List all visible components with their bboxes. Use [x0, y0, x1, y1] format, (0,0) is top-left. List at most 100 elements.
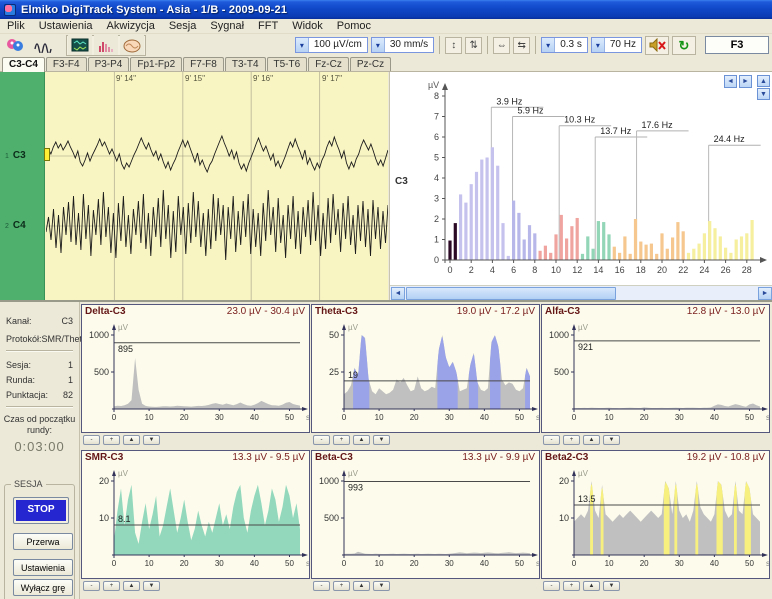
mute-sound-button[interactable]: [645, 36, 669, 55]
page-right-button[interactable]: ►: [739, 75, 752, 88]
ustawienia-button[interactable]: Ustawienia: [13, 559, 73, 576]
patients-button[interactable]: [2, 35, 28, 55]
compress-horizontal-button[interactable]: ⇆: [513, 37, 530, 54]
tab-fp1-fp2[interactable]: Fp1-Fp2: [130, 57, 182, 71]
scrollbar-thumb[interactable]: [406, 287, 616, 300]
epoch-combo[interactable]: ▾ 0.3 s: [541, 37, 588, 53]
paper-speed-combo[interactable]: ▾ 30 mm/s: [371, 37, 434, 53]
tab-pz-cz[interactable]: Pz-Cz: [350, 57, 391, 71]
band-name: Delta-C3: [85, 306, 126, 319]
tab-fz-cz[interactable]: Fz-Cz: [308, 57, 349, 71]
tab-f3-f4[interactable]: F3-F4: [46, 57, 87, 71]
expand-horizontal-button[interactable]: ⇔: [493, 37, 510, 54]
refresh-button[interactable]: ↻: [672, 36, 696, 55]
chevron-down-icon[interactable]: ▾: [372, 38, 385, 52]
channel-row-c4[interactable]: 2 C4: [5, 220, 26, 231]
svg-text:30: 30: [675, 559, 684, 568]
scale-down-button[interactable]: ▼: [757, 88, 770, 100]
band-name: Alfa-C3: [545, 306, 580, 319]
svg-text:10: 10: [551, 265, 561, 275]
wylacz-gre-button[interactable]: Wyłącz grę: [13, 579, 73, 596]
channel-label: C4: [13, 220, 26, 231]
chevron-down-icon[interactable]: ▾: [592, 38, 605, 52]
svg-text:24: 24: [699, 265, 709, 275]
fft-scrollbar[interactable]: ◄ ►: [390, 285, 772, 300]
svg-text:8.1: 8.1: [118, 514, 131, 524]
scale-up-button[interactable]: +: [333, 581, 350, 591]
svg-text:µV: µV: [118, 323, 129, 332]
runda-label: Runda:: [6, 375, 35, 385]
threshold-down-button[interactable]: ▼: [603, 435, 620, 445]
f3-button[interactable]: F3: [705, 36, 769, 54]
channel-index: 2: [5, 223, 9, 230]
scroll-right-icon[interactable]: ►: [758, 287, 772, 300]
filter-combo[interactable]: ▾ 70 Hz: [591, 37, 642, 53]
scale-up-button[interactable]: +: [563, 581, 580, 591]
threshold-down-button[interactable]: ▼: [373, 435, 390, 445]
scroll-left-icon[interactable]: ◄: [391, 287, 405, 300]
scale-down-button[interactable]: -: [313, 435, 330, 445]
toolbar-controls: ▾ 100 µV/cm ▾ 30 mm/s ↕ ⇅ ⇔ ⇆ ▾ 0.3 s ▾ …: [295, 35, 769, 55]
scale-down-button[interactable]: -: [83, 581, 100, 591]
eeg-panel: 1 C3 2 C4 9' 14'' 9' 15'' 9' 16'' 9' 17'…: [0, 72, 388, 300]
threshold-down-button[interactable]: ▼: [373, 581, 390, 591]
threshold-up-button[interactable]: ▲: [583, 435, 600, 445]
threshold-up-button[interactable]: ▲: [583, 581, 600, 591]
brain-map-button[interactable]: [120, 35, 144, 55]
svg-text:25: 25: [329, 367, 339, 377]
menu-widok[interactable]: Widok: [285, 20, 330, 32]
brain-icon: [123, 38, 141, 53]
channel-row-c3[interactable]: 1 C3: [5, 150, 26, 161]
threshold-down-button[interactable]: ▼: [603, 581, 620, 591]
kanal-value: C3: [61, 316, 73, 326]
przerwa-button[interactable]: Przerwa: [13, 533, 73, 550]
stop-button[interactable]: STOP: [13, 497, 69, 524]
threshold-up-button[interactable]: ▲: [123, 581, 140, 591]
svg-text:s: s: [536, 559, 539, 568]
page-left-button[interactable]: ◄: [724, 75, 737, 88]
tab-c3-c4[interactable]: C3-C4: [2, 57, 45, 72]
channel-label-column: 1 C3 2 C4: [0, 72, 45, 300]
scale-down-button[interactable]: -: [83, 435, 100, 445]
scale-up-button[interactable]: +: [563, 435, 580, 445]
svg-text:993: 993: [348, 483, 363, 493]
spectrum-view-button[interactable]: [94, 35, 118, 55]
signal-button[interactable]: [31, 35, 57, 55]
svg-text:10: 10: [605, 413, 614, 422]
menu-pomoc[interactable]: Pomoc: [330, 20, 378, 32]
scale-up-button[interactable]: +: [333, 435, 350, 445]
tab-f7-f8[interactable]: F7-F8: [183, 57, 224, 71]
amplitude-scale-combo[interactable]: ▾ 100 µV/cm: [295, 37, 368, 53]
svg-text:20: 20: [640, 559, 649, 568]
menu-akwizycja[interactable]: Akwizycja: [100, 20, 162, 32]
threshold-down-button[interactable]: ▼: [143, 581, 160, 591]
expand-vertical-button[interactable]: ↕: [445, 37, 462, 54]
channel-select-marker[interactable]: [44, 148, 50, 161]
menu-fft[interactable]: FFT: [251, 20, 285, 32]
chevron-down-icon[interactable]: ▾: [296, 38, 309, 52]
threshold-down-button[interactable]: ▼: [143, 435, 160, 445]
scale-down-button[interactable]: -: [543, 435, 560, 445]
scale-down-button[interactable]: -: [543, 581, 560, 591]
tab-p3-p4[interactable]: P3-P4: [88, 57, 130, 71]
tab-t3-t4[interactable]: T3-T4: [225, 57, 266, 71]
menu-sesja[interactable]: Sesja: [162, 20, 204, 32]
time-marker: 9' 17'': [322, 74, 342, 83]
scale-up-button[interactable]: ▲: [757, 75, 770, 87]
menu-plik[interactable]: Plik: [0, 20, 32, 32]
eeg-montage-icon: [71, 38, 89, 53]
compress-vertical-button[interactable]: ⇅: [465, 37, 482, 54]
svg-text:2: 2: [469, 265, 474, 275]
chevron-down-icon[interactable]: ▾: [542, 38, 555, 52]
scale-up-button[interactable]: +: [103, 435, 120, 445]
menu-ustawienia[interactable]: Ustawienia: [32, 20, 100, 32]
threshold-up-button[interactable]: ▲: [123, 435, 140, 445]
threshold-up-button[interactable]: ▲: [353, 581, 370, 591]
threshold-up-button[interactable]: ▲: [353, 435, 370, 445]
eeg-view-button[interactable]: [68, 35, 92, 55]
scale-up-button[interactable]: +: [103, 581, 120, 591]
band-controls: - + ▲ ▼: [311, 579, 540, 593]
tab-t5-t6[interactable]: T5-T6: [267, 57, 308, 71]
scale-down-button[interactable]: -: [313, 581, 330, 591]
menu-sygnal[interactable]: Sygnał: [203, 20, 251, 32]
